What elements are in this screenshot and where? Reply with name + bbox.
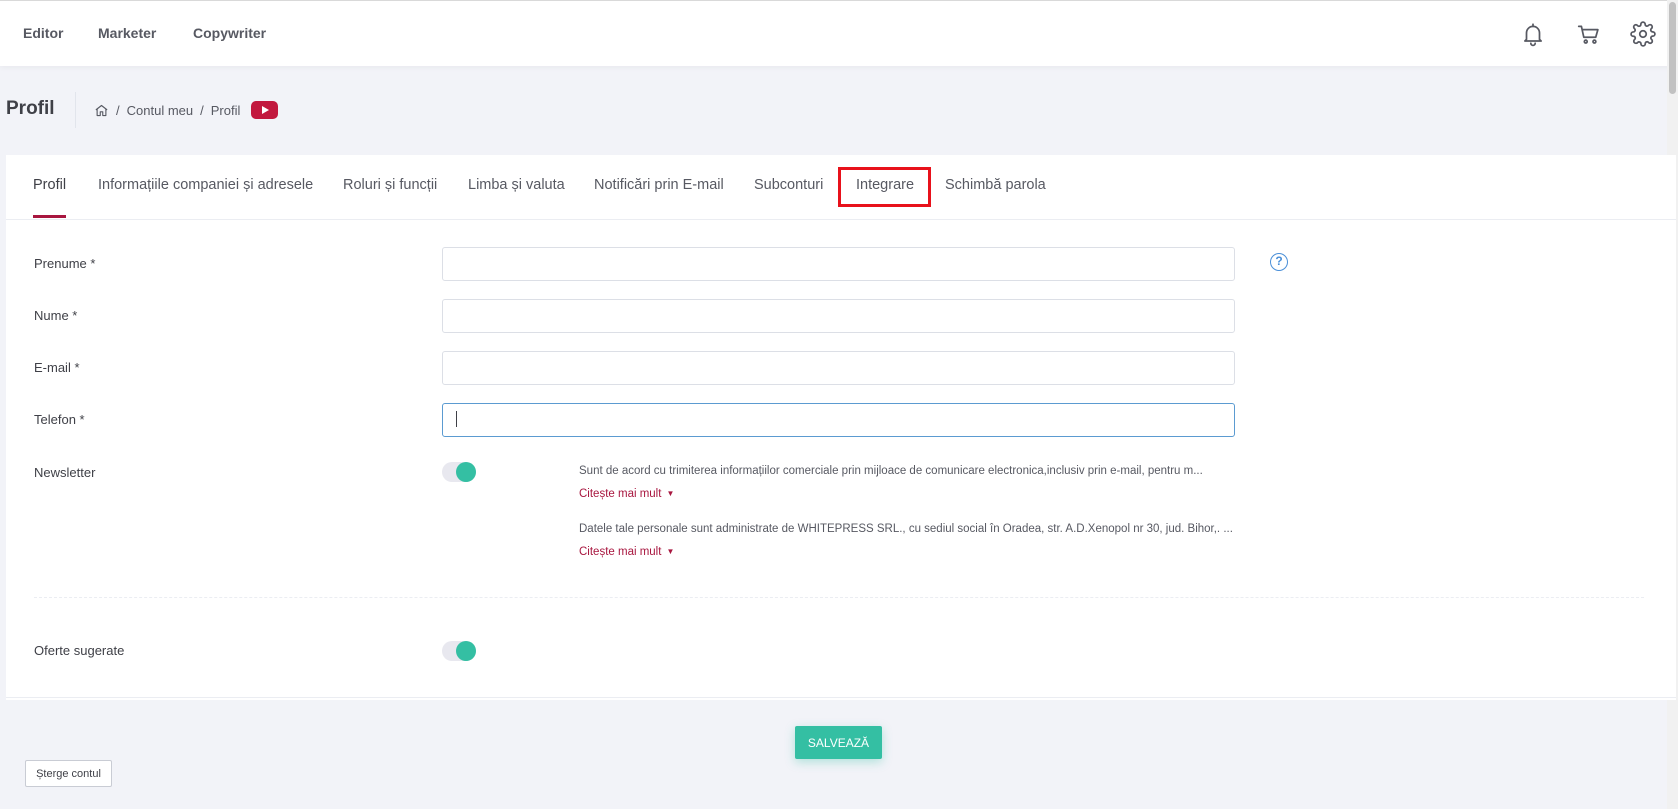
breadcrumb: / Contul meu / Profil [94,101,279,119]
tab-informatii-companie[interactable]: Informațiile companiei și adresele [98,177,313,193]
read-more-link[interactable]: Citește mai mult ▼ [579,546,674,558]
email-input[interactable] [442,351,1235,385]
tab-roluri-functii[interactable]: Roluri și funcții [343,177,437,193]
page-title: Profil [6,98,55,119]
oferte-sugerate-toggle[interactable] [442,641,476,661]
nume-label: Nume * [34,308,78,323]
tab-limba-valuta[interactable]: Limba și valuta [468,177,565,193]
breadcrumb-contul-meu[interactable]: Contul meu [127,103,193,118]
delete-account-button[interactable]: Șterge contul [25,760,112,787]
tab-integrare[interactable]: Integrare [856,177,914,193]
breadcrumb-separator: / [200,102,204,118]
toggle-knob [456,641,476,661]
read-more-label: Citește mai mult [579,546,662,558]
telefon-input[interactable] [442,403,1235,437]
chevron-down-icon: ▼ [666,489,675,498]
breadcrumb-profil: Profil [210,102,241,118]
scrollbar-thumb[interactable] [1669,2,1676,94]
read-more-label: Citește mai mult [579,488,662,500]
telefon-label: Telefon * [34,412,85,427]
help-icon[interactable]: ? [1270,253,1288,271]
subheader-divider [75,92,76,128]
tabs-divider [6,219,1676,220]
tab-notificari-email[interactable]: Notificări prin E-mail [594,177,724,193]
tab-schimba-parola[interactable]: Schimbă parola [945,177,1046,193]
text-caret [456,411,457,427]
home-icon[interactable] [94,103,109,118]
toggle-knob [456,462,476,482]
prenume-label: Prenume * [34,256,96,271]
email-label: E-mail * [34,360,80,375]
active-tab-indicator [33,215,66,218]
tab-profil[interactable]: Profil [33,177,66,193]
card-footer-divider [6,697,1676,698]
newsletter-toggle[interactable] [442,462,476,482]
topnav-editor[interactable]: Editor [23,25,63,41]
prenume-input[interactable] [442,247,1235,281]
topnav-copywriter[interactable]: Copywriter [193,25,266,41]
save-button[interactable]: SALVEAZĂ [795,726,882,759]
topnav-marketer[interactable]: Marketer [98,25,156,41]
nume-input[interactable] [442,299,1235,333]
oferte-sugerate-label: Oferte sugerate [34,643,125,658]
bell-icon[interactable] [1520,21,1546,47]
top-navbar: Editor Marketer Copywriter [0,0,1678,66]
newsletter-label: Newsletter [34,465,96,480]
consent-text-gdpr: Datele tale personale sunt administrate … [579,523,1233,535]
section-divider [34,597,1644,598]
consent-text-marketing: Sunt de acord cu trimiterea informațiilo… [579,465,1203,477]
chevron-down-icon: ▼ [666,547,675,556]
gear-icon[interactable] [1630,21,1656,47]
tab-subconturi[interactable]: Subconturi [754,177,823,193]
read-more-link[interactable]: Citește mai mult ▼ [579,488,674,500]
breadcrumb-separator: / [116,102,120,118]
cart-icon[interactable] [1576,21,1602,47]
youtube-icon[interactable] [251,101,279,119]
